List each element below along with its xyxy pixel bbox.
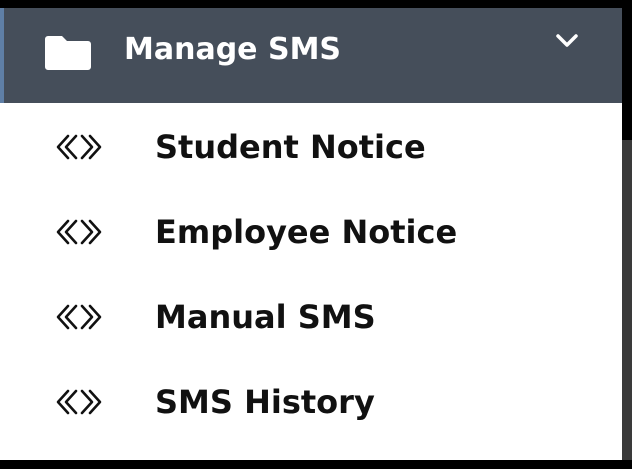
submenu-item-label: Employee Notice (155, 213, 458, 251)
manage-sms-title: Manage SMS (124, 32, 342, 67)
chevron-down-icon[interactable] (554, 32, 580, 50)
submenu-item-manual-sms[interactable]: Manual SMS (0, 273, 622, 358)
submenu-item-label: Manual SMS (155, 298, 376, 336)
link-icon (54, 218, 104, 246)
submenu-item-employee-notice[interactable]: Employee Notice (0, 188, 622, 273)
submenu-item-label: SMS History (155, 383, 375, 421)
screen-frame: Manage SMS Student Notice Employee Notic… (0, 0, 632, 469)
sidebar-submenu-panel: Manage SMS Student Notice Employee Notic… (0, 8, 622, 460)
manage-sms-menu-header[interactable]: Manage SMS (0, 8, 622, 103)
submenu-item-sms-history[interactable]: SMS History (0, 358, 622, 443)
link-icon (54, 133, 104, 161)
folder-icon (44, 32, 92, 72)
submenu-item-student-notice[interactable]: Student Notice (0, 103, 622, 188)
submenu-item-label: Student Notice (155, 128, 426, 166)
link-icon (54, 303, 104, 331)
link-icon (54, 388, 104, 416)
scrollbar-thumb[interactable] (622, 140, 632, 460)
manage-sms-submenu: Student Notice Employee Notice Manual SM… (0, 103, 622, 443)
